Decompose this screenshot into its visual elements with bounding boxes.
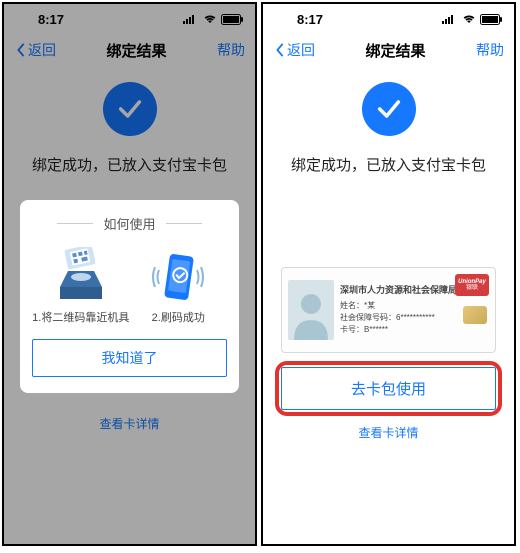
divider: [166, 223, 202, 224]
status-bar: 8:17: [263, 4, 514, 32]
go-to-card-pack-button[interactable]: 去卡包使用: [281, 367, 496, 410]
status-icons: [442, 14, 502, 25]
signal-icon: [442, 14, 458, 24]
back-button[interactable]: 返回: [273, 40, 315, 60]
howto-step-1-label: 1.将二维码靠近机具: [32, 309, 130, 325]
view-card-details-link[interactable]: 查看卡详情: [263, 424, 514, 441]
modal-title-row: 如何使用: [32, 214, 227, 233]
page-title: 绑定结果: [365, 40, 425, 61]
success-check-icon: [362, 82, 416, 136]
help-button[interactable]: 帮助: [476, 40, 504, 60]
howto-step-2-label: 2.刷码成功: [130, 309, 228, 325]
modal-title: 如何使用: [103, 214, 155, 233]
page-content: 绑定成功，已放入支付宝卡包: [263, 68, 514, 175]
success-message: 绑定成功，已放入支付宝卡包: [263, 154, 514, 175]
howto-step-1: 1.将二维码靠近机具: [32, 245, 130, 325]
chevron-left-icon: [273, 43, 287, 57]
back-label: 返回: [287, 40, 315, 60]
battery-icon: [480, 14, 502, 25]
divider: [57, 223, 93, 224]
wifi-icon: [462, 14, 476, 24]
unionpay-logo: UnionPay 银联: [455, 274, 489, 296]
qr-scanner-icon: [50, 247, 112, 307]
status-time: 8:17: [297, 12, 323, 27]
social-security-card[interactable]: 深圳市人力资源和社会保障局 姓名：*某 社会保障号码：6*********** …: [281, 267, 496, 353]
card-chip-icon: [463, 306, 487, 324]
card-photo-placeholder: [288, 280, 334, 340]
modal-ok-button[interactable]: 我知道了: [32, 339, 227, 377]
howto-modal: 如何使用: [20, 200, 239, 393]
howto-step-2: 2.刷码成功: [130, 245, 228, 325]
phone-success-icon: [147, 247, 209, 307]
screenshot-left: 8:17 返回 绑定结果 帮助 绑定成功，已放入支付宝卡包: [2, 2, 257, 546]
navigation-bar: 返回 绑定结果 帮助: [263, 32, 514, 68]
screenshot-right: 8:17 返回 绑定结果 帮助 绑定成功，已放入支付宝卡包: [261, 2, 516, 546]
